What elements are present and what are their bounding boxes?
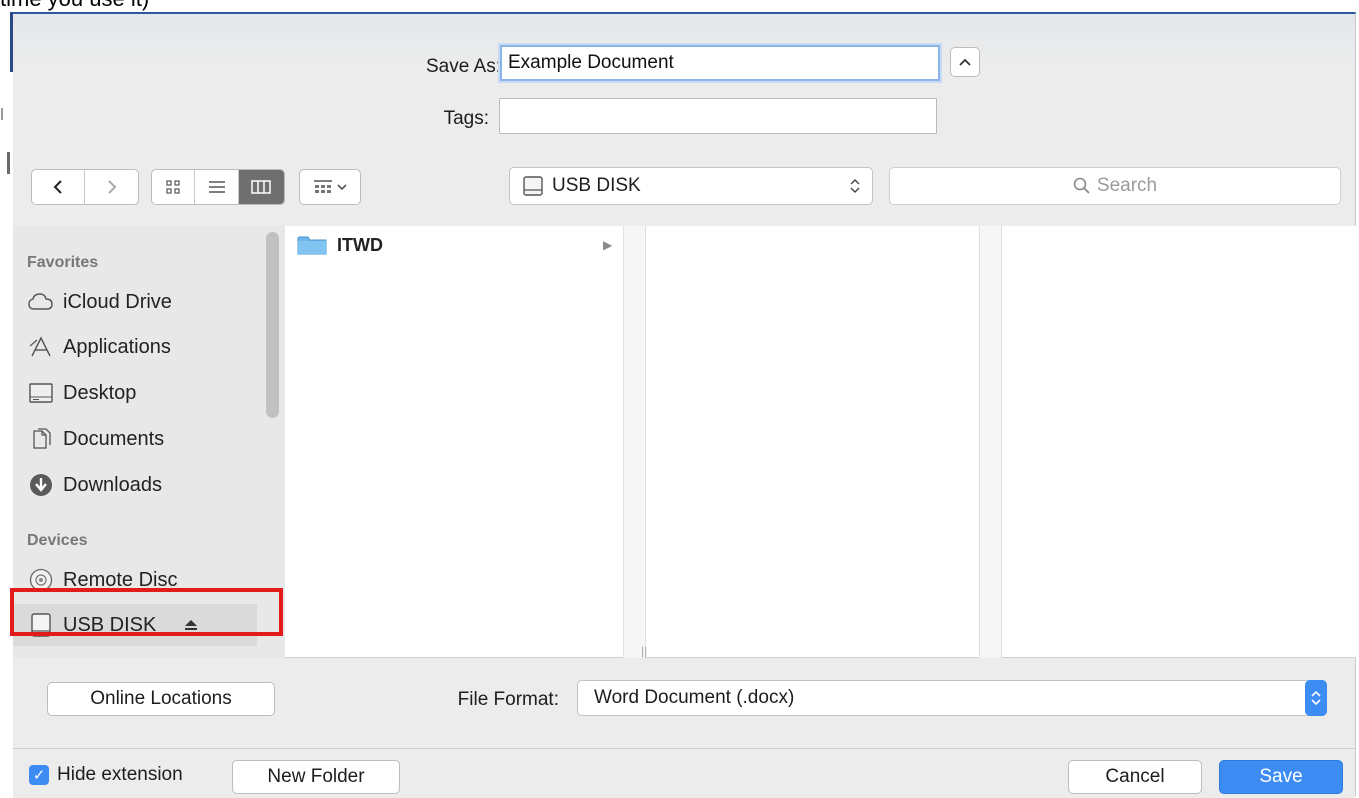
column-divider-strip xyxy=(623,226,645,658)
column-divider xyxy=(623,226,624,658)
forward-button[interactable] xyxy=(85,170,138,204)
footer-separator xyxy=(13,748,1355,749)
checkmark-icon: ✓ xyxy=(29,765,49,785)
column-resizer[interactable]: || xyxy=(641,644,647,658)
dialog-header: Save As: Example Document Tags: USB DISK… xyxy=(13,14,1355,222)
file-row-itwd[interactable]: ITWD xyxy=(297,234,383,256)
icon-view-button[interactable] xyxy=(152,170,196,204)
list-view-button[interactable] xyxy=(195,170,239,204)
search-icon xyxy=(1073,177,1090,194)
file-format-value: Word Document (.docx) xyxy=(594,687,795,708)
save-button[interactable]: Save xyxy=(1219,760,1343,794)
file-format-popup[interactable]: Word Document (.docx) xyxy=(577,680,1327,716)
save-as-input[interactable]: Example Document xyxy=(500,45,940,81)
back-forward-control xyxy=(31,169,139,205)
save-dialog: Save As: Example Document Tags: USB DISK… xyxy=(10,12,1356,798)
drive-icon xyxy=(523,176,543,196)
chevron-right-icon xyxy=(107,180,116,194)
column-divider xyxy=(1001,226,1002,658)
sidebar-item-documents[interactable]: Documents xyxy=(27,420,164,458)
sidebar-scrollbar[interactable] xyxy=(266,232,279,418)
arrange-button-content xyxy=(300,170,360,204)
location-name: USB DISK xyxy=(552,175,641,196)
column-view-button[interactable] xyxy=(238,170,284,204)
favorites-header: Favorites xyxy=(27,254,99,271)
save-as-label: Save As: xyxy=(426,56,501,77)
folder-icon xyxy=(297,236,327,255)
cancel-button[interactable]: Cancel xyxy=(1068,760,1202,794)
icon-view-icon xyxy=(166,180,180,194)
view-mode-control xyxy=(151,169,285,205)
sidebar-item-desktop[interactable]: Desktop xyxy=(27,374,136,412)
sidebar-item-label: Documents xyxy=(63,427,165,450)
applications-icon xyxy=(27,336,55,358)
document-edge xyxy=(0,12,13,796)
column-divider-strip xyxy=(979,226,1001,658)
dialog-footer: Online Locations File Format: Word Docum… xyxy=(13,658,1355,798)
column-divider xyxy=(645,226,646,658)
column-divider xyxy=(979,226,980,658)
ruler-mark xyxy=(7,152,10,174)
column-view-icon xyxy=(251,180,272,194)
tags-label: Tags: xyxy=(443,108,489,129)
online-locations-button[interactable]: Online Locations xyxy=(47,682,275,716)
hide-extension-checkbox[interactable]: ✓ Hide extension xyxy=(29,764,183,786)
arrange-button[interactable] xyxy=(299,169,361,205)
file-browser: ITWD ▶ || xyxy=(285,226,1356,658)
chevron-up-icon xyxy=(959,58,971,66)
sidebar-item-label: Desktop xyxy=(63,381,137,404)
documents-icon xyxy=(27,428,55,450)
new-folder-button[interactable]: New Folder xyxy=(232,760,400,794)
sidebar-item-downloads[interactable]: Downloads xyxy=(27,466,162,504)
sidebar-item-icloud-drive[interactable]: iCloud Drive xyxy=(27,283,172,321)
search-placeholder: Search xyxy=(1096,175,1158,196)
devices-header: Devices xyxy=(27,532,88,549)
document-text-fragment: time you use it) xyxy=(0,0,149,12)
chevron-left-icon xyxy=(53,180,62,194)
search-field[interactable]: Search xyxy=(889,167,1341,205)
chevron-down-icon xyxy=(337,183,347,190)
disclosure-arrow-icon: ▶ xyxy=(603,238,613,252)
sidebar: Favorites iCloud Drive Applications Desk… xyxy=(10,226,285,658)
file-name: ITWD xyxy=(337,234,383,255)
back-button[interactable] xyxy=(32,170,86,204)
sidebar-item-label: Applications xyxy=(63,335,171,358)
desktop-icon xyxy=(27,383,55,403)
sidebar-item-label: Downloads xyxy=(63,473,162,496)
ruler-mark xyxy=(1,108,3,120)
list-view-icon xyxy=(208,181,225,193)
sidebar-item-label: iCloud Drive xyxy=(63,290,172,313)
updown-chevron-icon xyxy=(850,179,860,193)
downloads-icon xyxy=(27,473,55,497)
highlight-box xyxy=(10,588,283,636)
cloud-icon xyxy=(27,293,55,311)
hide-extension-label: Hide extension xyxy=(57,764,183,785)
collapse-button[interactable] xyxy=(950,47,980,77)
tags-input[interactable] xyxy=(499,98,937,134)
file-format-label: File Format: xyxy=(457,689,559,710)
location-popup[interactable]: USB DISK xyxy=(509,167,873,205)
updown-chevron-icon xyxy=(1305,680,1327,716)
group-icon xyxy=(314,180,332,193)
sidebar-item-applications[interactable]: Applications xyxy=(27,328,171,366)
